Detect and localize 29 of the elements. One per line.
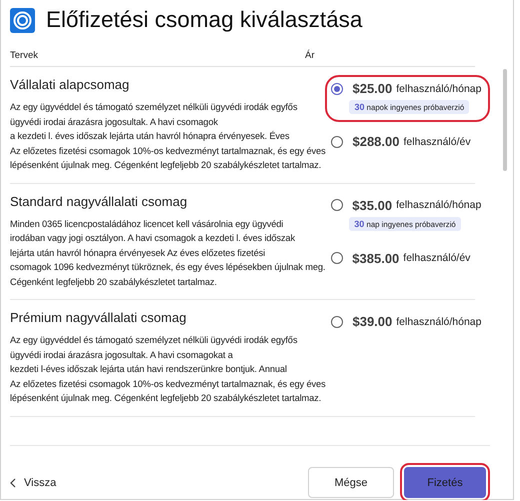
radio-button[interactable] <box>331 316 344 328</box>
app-logo-icon <box>10 8 35 32</box>
radio-button[interactable] <box>331 252 344 264</box>
chevron-left-icon <box>10 478 16 488</box>
dialog-title: Előfizetési csomag kiválasztása <box>46 7 362 33</box>
radio-button[interactable] <box>331 199 344 211</box>
plan-description: Az egy ügyvéddel és támogató személyzet nélküli ügyvédi irodák egyfős ügyvédi irodai árazásra jogosultak. A havi csomagokat a kezdeti l-éves időszak lejárta után havi rendszerünkre bontjuk. Annual Az előzetes fizetési csomagok 10%-os kedvezményt tartalmaznak, és egy éves lépésenként újulnak meg. Cégenként legfeljebb 20 szabálykészletet tartalmaz. <box>10 334 326 405</box>
price-unit: felhasználó/év <box>403 252 470 264</box>
back-link[interactable]: Vissza <box>10 467 56 498</box>
price-unit: felhasználó/hónap <box>396 199 482 211</box>
plan-name: Prémium nagyvállalati csomag <box>10 310 186 325</box>
scrollbar-thumb[interactable] <box>503 69 507 171</box>
column-header: Ár <box>305 50 316 61</box>
price: $288.00 <box>352 134 400 149</box>
price: $35.00 <box>352 198 392 212</box>
plan-description: Minden 0365 licencpostaládához licencet kell vásárolnia egy ügyvédi irodában vagy jogi osztályon. A havi csomagok a kezdeti l. éves időszak lejárta után havról hónapra érvényesek Az éves előzetes fizetési csomagok 1096 kedvezményt tükröznek, és egy éves lépésekben újulnak meg. Cégenként legfeljebb 20 szabálykészletet tartalmaz. <box>10 218 326 289</box>
plan-name: Vállalati alapcsomag <box>10 77 130 92</box>
price: $25.00 <box>352 81 392 96</box>
column-header: Tervek <box>10 50 38 61</box>
price: $39.00 <box>352 314 392 329</box>
price-unit: felhasználó/hónap <box>396 82 482 94</box>
cancel-button[interactable]: Mégse <box>308 467 394 498</box>
radio-button[interactable] <box>331 82 344 94</box>
radio-button[interactable] <box>331 136 344 148</box>
price-unit: felhasználó/hónap <box>396 316 482 328</box>
price: $385.00 <box>352 250 400 266</box>
plan-name: Standard nagyvállalati csomag <box>10 194 188 208</box>
plan-description: Az egy ügyvéddel és támogató személyzet nélküli ügyvédi irodák egyfős ügyvédi irodai árazásra jogosultak. A havi csomagok a kezdeti l. éves időszak lejárta után havról hónapra érvényesek. Éves Az előzetes fizetési csomagok 10%-os kedvezményt tartalmaznak, és egy éves lépésenként újulnak meg. Cégenként legfeljebb 20 szabálykészletet tartalmaz. <box>10 101 326 172</box>
price-unit: felhasználó/év <box>403 136 471 148</box>
